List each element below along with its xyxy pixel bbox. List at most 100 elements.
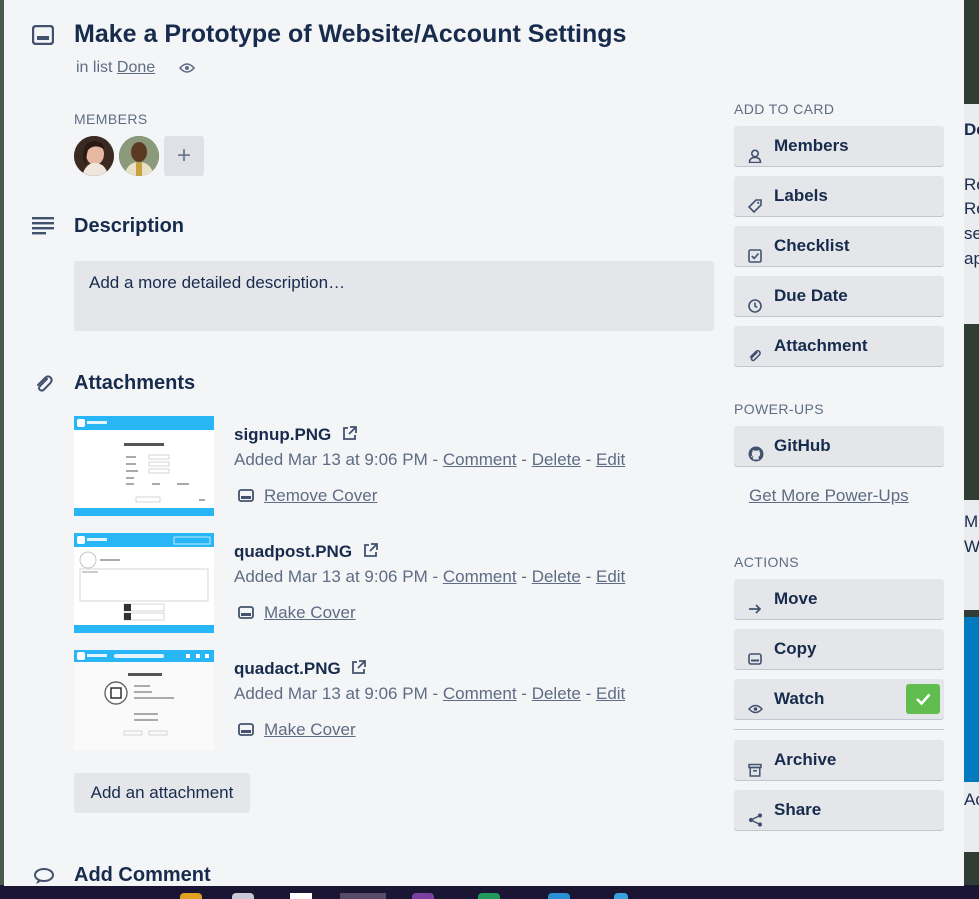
description-input[interactable]: Add a more detailed description… <box>74 261 714 331</box>
members-label: MEMBERS <box>74 111 148 127</box>
attachment-delete-link[interactable]: Delete <box>532 684 581 703</box>
in-list-prefix: in list <box>76 59 113 76</box>
card-icon <box>32 25 54 45</box>
watching-eye-icon <box>179 63 195 73</box>
background-text: ap <box>964 249 979 268</box>
taskbar-app-icon[interactable] <box>548 893 570 899</box>
attachment-meta: Added Mar 13 at 9:06 PM - Comment - Dele… <box>234 567 625 587</box>
add-member-button[interactable]: + <box>164 136 204 176</box>
share-button-label: Share <box>774 800 822 819</box>
separator: - <box>521 684 527 703</box>
separator: - <box>432 450 439 469</box>
attachment-delete-link[interactable]: Delete <box>532 567 581 586</box>
share-icon <box>748 802 763 842</box>
clock-icon <box>748 288 762 328</box>
watch-checkmark-icon <box>906 684 940 714</box>
make-cover-link[interactable]: Make Cover <box>264 720 356 739</box>
archive-icon <box>748 752 762 792</box>
card-copy-icon <box>748 641 762 681</box>
background-text: se <box>964 224 979 243</box>
watch-button-label: Watch <box>774 689 825 708</box>
avatar[interactable] <box>74 136 114 176</box>
github-button[interactable]: GitHub <box>734 426 944 466</box>
eye-icon <box>747 691 764 731</box>
taskbar-app-icon[interactable] <box>614 893 628 899</box>
avatar[interactable] <box>119 136 159 176</box>
background-text: Re <box>964 175 979 194</box>
watch-button[interactable]: Watch <box>734 679 944 719</box>
list-link[interactable]: Done <box>117 59 155 76</box>
due-date-button-label: Due Date <box>774 286 848 305</box>
due-date-button[interactable]: Due Date <box>734 276 944 316</box>
separator: - <box>585 684 592 703</box>
cover-icon <box>238 489 254 502</box>
attachment-meta: Added Mar 13 at 9:06 PM - Comment - Dele… <box>234 684 625 704</box>
attachment-added: Added Mar 13 at 9:06 PM <box>234 450 428 469</box>
attachment-cover-action[interactable]: Make Cover <box>238 603 356 623</box>
separator: - <box>585 567 592 586</box>
external-link-icon[interactable] <box>363 543 378 558</box>
taskbar-app-icon[interactable] <box>290 893 312 899</box>
archive-button[interactable]: Archive <box>734 740 944 780</box>
attachment-edit-link[interactable]: Edit <box>596 684 625 703</box>
remove-cover-link[interactable]: Remove Cover <box>264 486 377 505</box>
attachment-thumbnail[interactable] <box>74 650 214 750</box>
tag-icon <box>747 188 762 228</box>
separator: - <box>432 567 439 586</box>
members-button-label: Members <box>774 136 849 155</box>
taskbar-app-icon[interactable] <box>340 893 386 899</box>
attachment-filename[interactable]: quadpost.PNG <box>234 542 352 561</box>
copy-button[interactable]: Copy <box>734 629 944 669</box>
external-link-icon[interactable] <box>351 660 367 675</box>
checklist-button-label: Checklist <box>774 236 850 255</box>
attachments-title: Attachments <box>74 372 196 394</box>
attachment-edit-link[interactable]: Edit <box>596 450 625 469</box>
attachment-edit-link[interactable]: Edit <box>596 567 625 586</box>
paperclip-icon <box>34 374 54 394</box>
attachment-thumbnail[interactable] <box>74 533 214 633</box>
labels-button[interactable]: Labels <box>734 176 944 216</box>
archive-button-label: Archive <box>774 750 837 769</box>
taskbar-app-icon[interactable] <box>478 893 500 899</box>
attachment-added: Added Mar 13 at 9:06 PM <box>234 684 428 703</box>
attachment-filename[interactable]: signup.PNG <box>234 425 331 444</box>
taskbar-app-icon[interactable] <box>412 893 434 899</box>
attachment-filename[interactable]: quadact.PNG <box>234 659 341 678</box>
attachment-comment-link[interactable]: Comment <box>443 567 517 586</box>
add-comment-title: Add Comment <box>74 864 211 886</box>
background-text: De <box>964 120 979 139</box>
background-image-card <box>963 617 979 782</box>
person-icon <box>748 138 762 178</box>
share-button[interactable]: Share <box>734 790 944 830</box>
checklist-button[interactable]: Checklist <box>734 226 944 266</box>
taskbar-app-icon[interactable] <box>180 893 202 899</box>
add-attachment-button[interactable]: Add an attachment <box>74 773 250 813</box>
attachment-cover-action[interactable]: Make Cover <box>238 720 356 740</box>
actions-label: ACTIONS <box>734 554 800 570</box>
actions-divider <box>734 729 944 730</box>
attachment-name[interactable]: quadpost.PNG <box>234 542 378 562</box>
description-title: Description <box>74 215 185 237</box>
attachment-cover-action[interactable]: Remove Cover <box>238 486 377 506</box>
make-cover-link[interactable]: Make Cover <box>264 603 356 622</box>
attachment-thumbnail[interactable] <box>74 416 214 516</box>
move-button[interactable]: Move <box>734 579 944 619</box>
attachment-name[interactable]: signup.PNG <box>234 425 357 445</box>
attachment-name[interactable]: quadact.PNG <box>234 659 367 679</box>
attachment-button[interactable]: Attachment <box>734 326 944 366</box>
separator: - <box>585 450 592 469</box>
move-button-label: Move <box>774 589 818 608</box>
attachment-comment-link[interactable]: Comment <box>443 450 517 469</box>
taskbar-app-icon[interactable] <box>232 893 254 899</box>
members-button[interactable]: Members <box>734 126 944 166</box>
external-link-icon[interactable] <box>342 426 357 441</box>
cover-icon <box>238 606 254 619</box>
attachment-delete-link[interactable]: Delete <box>532 450 581 469</box>
github-icon <box>748 437 764 477</box>
attachment-added: Added Mar 13 at 9:06 PM <box>234 567 428 586</box>
get-more-power-ups-link[interactable]: Get More Power-Ups <box>749 486 909 506</box>
card-title[interactable]: Make a Prototype of Website/Account Sett… <box>74 20 626 49</box>
attachment-comment-link[interactable]: Comment <box>443 684 517 703</box>
background-text: W <box>964 537 979 556</box>
description-icon <box>32 217 54 235</box>
